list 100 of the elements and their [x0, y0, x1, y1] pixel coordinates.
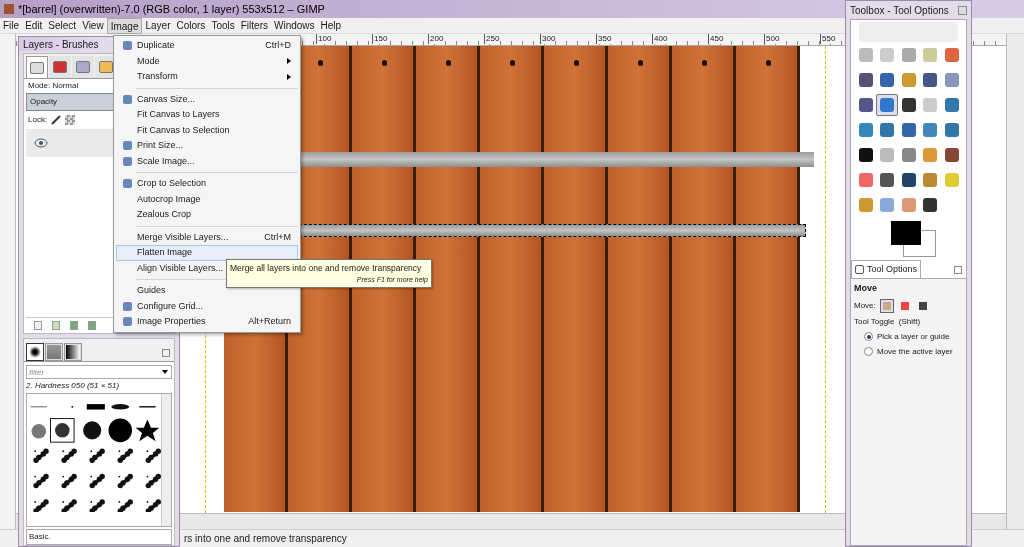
menu-entry[interactable]: Fit Canvas to Selection — [116, 122, 298, 138]
tab-icon — [53, 61, 67, 73]
tool-icon — [880, 123, 895, 137]
brush-tab[interactable] — [64, 343, 82, 361]
panel-title: Layers - Brushes — [23, 37, 99, 52]
menu-item[interactable]: Edit — [22, 17, 46, 34]
mode-label: Mode: Normal — [27, 80, 80, 92]
menu-entry-label: Scale Image... — [137, 154, 195, 168]
menu-item[interactable]: Select — [45, 17, 80, 34]
shortcut-label: Ctrl+M — [264, 230, 291, 244]
menu-entry[interactable]: Mode — [116, 53, 298, 69]
tab-label: Tool Options — [867, 262, 918, 276]
menu-entry-label: Fit Canvas to Selection — [137, 123, 230, 137]
menu-entry[interactable]: Configure Grid... — [116, 298, 298, 314]
menu-item[interactable]: File — [0, 17, 23, 34]
ruler-label: 250 — [484, 34, 500, 44]
close-button[interactable] — [958, 5, 967, 15]
tool-name: Move — [854, 282, 878, 295]
tool-icon — [859, 173, 873, 187]
radio-button[interactable] — [864, 347, 873, 356]
tool-icon — [859, 123, 873, 137]
tool-icon — [859, 73, 873, 87]
menu-entry-label: Autocrop Image — [137, 192, 201, 206]
tool-icon — [901, 73, 916, 87]
new-layer-icon[interactable] — [34, 321, 42, 330]
tool-icon — [901, 48, 916, 62]
menu-entry-label: Fit Canvas to Layers — [137, 108, 220, 121]
menu-entry[interactable]: Print Size... — [116, 138, 298, 154]
ruler-label: 450 — [708, 34, 724, 44]
menu-entry[interactable]: Merge Visible Layers... Ctrl+M — [116, 229, 298, 245]
menu-entry-label: Guides — [137, 284, 166, 297]
tool-icon — [859, 98, 873, 112]
dock-tab[interactable] — [72, 56, 94, 78]
ruler-label: 500 — [764, 34, 780, 44]
tab-icon — [76, 61, 90, 73]
menu-entry-label: Configure Grid... — [137, 299, 204, 313]
menu-item[interactable]: Layer — [142, 17, 174, 34]
tool-icon — [901, 123, 916, 137]
menu-entry[interactable]: Image Properties Alt+Return — [116, 314, 298, 330]
ruler-label: 150 — [372, 34, 388, 44]
tab-icon — [99, 61, 113, 73]
menu-item[interactable]: View — [79, 17, 107, 34]
menu-entry-label: Print Size... — [137, 139, 183, 152]
tool-icon — [880, 73, 895, 87]
tool-icon — [901, 173, 916, 187]
move-mode-button[interactable] — [879, 298, 894, 313]
tooltip-text: Merge all layers into one and remove transparency — [230, 262, 423, 275]
menu-entry[interactable]: Crop to Selection — [116, 176, 298, 192]
tool-icon — [923, 198, 938, 212]
tool-icon — [944, 148, 959, 162]
menu-entry[interactable]: Guides — [116, 283, 298, 299]
menu-entry-label: Crop to Selection — [137, 177, 207, 190]
menu-entry[interactable]: Scale Image... — [116, 153, 298, 169]
radio-button[interactable] — [864, 332, 873, 341]
lock-label: Lock: — [28, 114, 48, 126]
app-icon — [4, 4, 14, 14]
tool-icon — [880, 148, 895, 162]
menu-entry[interactable]: Flatten Image — [116, 245, 298, 261]
slider-label: Opacity — [30, 96, 58, 108]
tool-icon — [859, 148, 873, 162]
window-title: *[barrel] (overwritten)-7.0 (RGB color, 1 layer) 553x512 – GIMP — [18, 1, 325, 17]
ruler-label: 550 — [820, 34, 836, 44]
menu-item[interactable]: Filters — [237, 17, 271, 34]
menu-item[interactable]: Colors — [173, 17, 209, 34]
menu-item[interactable]: Windows — [270, 17, 318, 34]
menu-entry-label: Mode — [137, 54, 160, 68]
brush-name: 2. Hardness 050 (51 × 51) — [26, 380, 121, 392]
menu-entry-label: Zealous Crop — [137, 208, 192, 221]
dock-tab[interactable] — [49, 56, 71, 78]
menu-entry[interactable]: Transform — [116, 69, 298, 85]
ruler-label: 400 — [652, 34, 668, 44]
move-label: Move: — [854, 299, 876, 312]
tool-icon — [923, 148, 938, 162]
options-icon — [855, 265, 864, 274]
tab-icon — [30, 61, 44, 74]
menu-entry[interactable]: Duplicate Ctrl+D — [116, 38, 298, 54]
tool-icon — [859, 48, 873, 62]
menu-entry-label: Merge Visible Layers... — [137, 230, 229, 244]
radio-label: Pick a layer or guide — [877, 330, 950, 343]
ruler-label: 100 — [316, 34, 332, 44]
menu-item[interactable]: Help — [317, 17, 345, 34]
tool-icon — [901, 198, 916, 212]
brush-tab[interactable] — [26, 343, 44, 361]
menu-item[interactable]: Tools — [208, 17, 238, 34]
menu-entry[interactable]: Zealous Crop — [116, 207, 298, 223]
brush-icon — [51, 115, 62, 125]
menu-entry[interactable]: Autocrop Image — [116, 191, 298, 207]
panel-menu-icon[interactable] — [954, 266, 962, 274]
shortcut-label: Ctrl+D — [265, 39, 291, 52]
ruler-label: 300 — [540, 34, 556, 44]
toggle-label: Tool Toggle (Shift) — [854, 315, 922, 328]
dock-tab[interactable] — [26, 56, 48, 78]
panel-menu-icon[interactable] — [162, 349, 170, 357]
tool-icon — [859, 198, 873, 212]
tool-icon — [880, 98, 895, 112]
ruler-label: 200 — [428, 34, 444, 44]
tool-icon — [901, 148, 916, 162]
tool-icon — [944, 123, 959, 137]
tool-options-tab[interactable]: Tool Options — [851, 260, 922, 278]
preset-dropdown[interactable]: Basic. — [26, 529, 172, 545]
